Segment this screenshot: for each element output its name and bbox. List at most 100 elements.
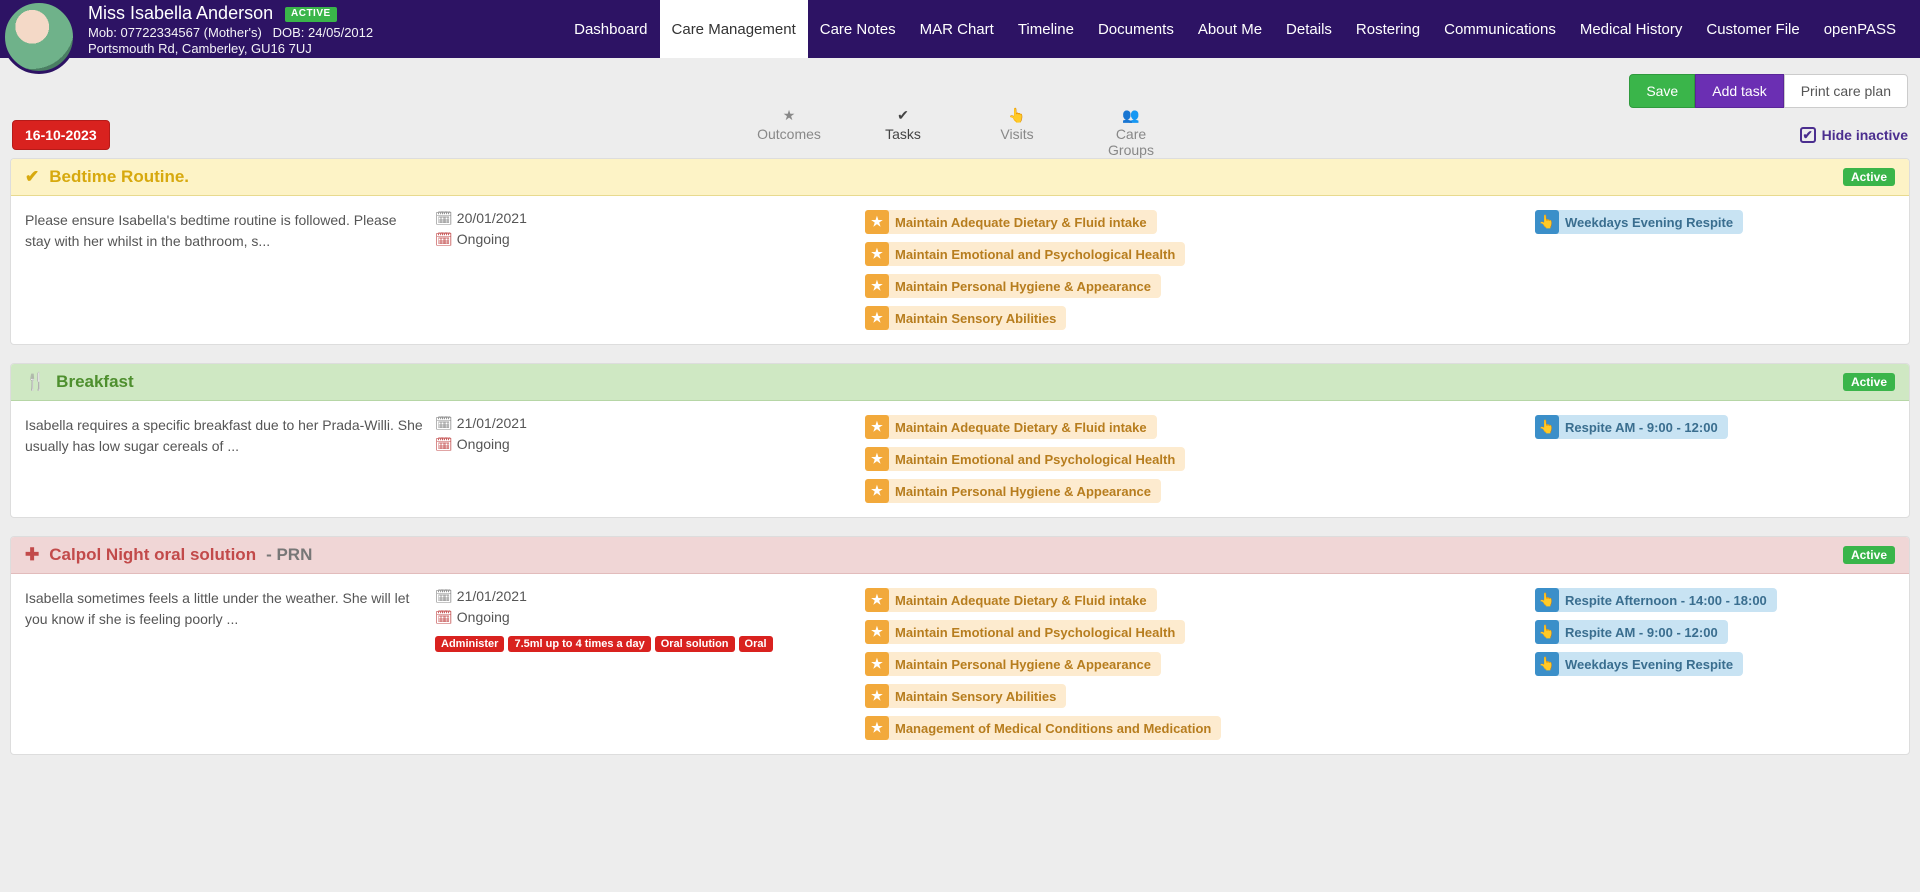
checkbox-checked-icon: ✔ bbox=[1800, 127, 1816, 143]
outcome-label: Maintain Emotional and Psychological Hea… bbox=[895, 247, 1175, 262]
hand-icon: 👆 bbox=[1535, 210, 1559, 234]
task-description: Isabella sometimes feels a little under … bbox=[25, 588, 425, 630]
outcome-pill[interactable]: ★Maintain Sensory Abilities bbox=[865, 306, 1066, 330]
mob-label: Mob: bbox=[88, 25, 117, 40]
task-type-icon bbox=[25, 167, 39, 187]
calendar-icon: 🗓 bbox=[435, 609, 453, 625]
calendar-icon: 🗓 bbox=[435, 588, 453, 604]
nav-about-me[interactable]: About Me bbox=[1186, 0, 1274, 58]
task-start-date: 20/01/2021 bbox=[457, 210, 527, 226]
outcome-pills: ★ Maintain Adequate Dietary & Fluid intak… bbox=[865, 210, 1525, 330]
task-dates: 🗓21/01/2021🗓OngoingAdminister7.5ml up to… bbox=[435, 588, 855, 652]
task-card[interactable]: Calpol Night oral solution - PRNActive Is… bbox=[10, 536, 1910, 755]
save-button[interactable]: Save bbox=[1629, 74, 1695, 108]
visit-label: Respite AM - 9:00 - 12:00 bbox=[1565, 420, 1718, 435]
star-icon: ★ bbox=[865, 479, 889, 503]
outcome-pill[interactable]: ★Maintain Emotional and Psychological He… bbox=[865, 242, 1185, 266]
star-icon: ★ bbox=[865, 684, 889, 708]
visit-label: Respite Afternoon - 14:00 - 18:00 bbox=[1565, 593, 1767, 608]
hand-icon: 👆 bbox=[1535, 620, 1559, 644]
outcome-pill[interactable]: ★Maintain Adequate Dietary & Fluid intak… bbox=[865, 210, 1157, 234]
visit-pill[interactable]: 👆Weekdays Evening Respite bbox=[1535, 652, 1743, 676]
subheader: 16-10-2023 ★Outcomes✔Tasks👆Visits👥Care G… bbox=[0, 108, 1920, 158]
task-ongoing: Ongoing bbox=[457, 436, 510, 452]
hide-inactive-toggle[interactable]: ✔ Hide inactive bbox=[1800, 127, 1908, 143]
current-date[interactable]: 16-10-2023 bbox=[12, 120, 110, 150]
medication-tag: Administer bbox=[435, 636, 504, 652]
action-row: Save Add task Print care plan bbox=[0, 58, 1920, 108]
dob-label: DOB: bbox=[273, 25, 305, 40]
outcome-label: Maintain Sensory Abilities bbox=[895, 311, 1056, 326]
task-body: Isabella sometimes feels a little under … bbox=[11, 574, 1909, 754]
nav-medical-history[interactable]: Medical History bbox=[1568, 0, 1695, 58]
task-header[interactable]: BreakfastActive bbox=[11, 364, 1909, 401]
task-dates: 🗓21/01/2021🗓Ongoing bbox=[435, 415, 855, 457]
dob-value: 24/05/2012 bbox=[308, 25, 373, 40]
nav-documents[interactable]: Documents bbox=[1086, 0, 1186, 58]
outcome-label: Maintain Personal Hygiene & Appearance bbox=[895, 657, 1151, 672]
visit-pill[interactable]: 👆Respite Afternoon - 14:00 - 18:00 bbox=[1535, 588, 1777, 612]
nav-care-notes[interactable]: Care Notes bbox=[808, 0, 908, 58]
task-status-chip: Active bbox=[1843, 373, 1895, 391]
visit-label: Respite AM - 9:00 - 12:00 bbox=[1565, 625, 1718, 640]
nav-communications[interactable]: Communications bbox=[1432, 0, 1568, 58]
visit-label: Weekdays Evening Respite bbox=[1565, 215, 1733, 230]
medication-tag: 7.5ml up to 4 times a day bbox=[508, 636, 650, 652]
visit-pill[interactable]: 👆 Respite AM - 9:00 - 12:00 bbox=[1535, 620, 1728, 644]
outcome-pill[interactable]: ★Maintain Adequate Dietary & Fluid intak… bbox=[865, 588, 1157, 612]
outcome-label: Maintain Personal Hygiene & Appearance bbox=[895, 279, 1151, 294]
nav-rostering[interactable]: Rostering bbox=[1344, 0, 1432, 58]
task-card[interactable]: Bedtime Routine.Active Please ensure Isab… bbox=[10, 158, 1910, 345]
subtab-icon: ✔ bbox=[868, 107, 938, 124]
visit-pill[interactable]: 👆Respite AM - 9:00 - 12:00 bbox=[1535, 415, 1728, 439]
task-ongoing: Ongoing bbox=[457, 231, 510, 247]
outcome-label: Maintain Emotional and Psychological Hea… bbox=[895, 625, 1175, 640]
patient-info: Miss Isabella Anderson ACTIVE Mob: 07722… bbox=[88, 0, 373, 57]
calendar-icon: 🗓 bbox=[435, 415, 453, 431]
task-title: Calpol Night oral solution bbox=[49, 545, 256, 565]
mob-value: 07722334567 (Mother's) bbox=[121, 25, 262, 40]
star-icon: ★ bbox=[865, 620, 889, 644]
subtab-label: Outcomes bbox=[757, 126, 821, 142]
outcome-pill[interactable]: ★Maintain Adequate Dietary & Fluid intak… bbox=[865, 415, 1157, 439]
outcome-pill[interactable]: ★Maintain Sensory Abilities bbox=[865, 684, 1066, 708]
nav-mar-chart[interactable]: MAR Chart bbox=[908, 0, 1006, 58]
nav-details[interactable]: Details bbox=[1274, 0, 1344, 58]
subtab-outcomes[interactable]: ★Outcomes bbox=[744, 107, 834, 164]
task-card[interactable]: BreakfastActiveIsabella requires a speci… bbox=[10, 363, 1910, 518]
nav-dashboard[interactable]: Dashboard bbox=[562, 0, 659, 58]
task-title: Bedtime Routine. bbox=[49, 167, 189, 187]
outcome-pill[interactable]: ★ Maintain Emotional and Psychological He… bbox=[865, 620, 1185, 644]
outcome-pill[interactable]: ★Maintain Personal Hygiene & Appearance bbox=[865, 479, 1161, 503]
medication-tag: Oral solution bbox=[655, 636, 735, 652]
star-icon: ★ bbox=[865, 274, 889, 298]
task-header[interactable]: Bedtime Routine.Active bbox=[11, 159, 1909, 196]
print-plan-button[interactable]: Print care plan bbox=[1784, 74, 1908, 108]
nav-customer-file[interactable]: Customer File bbox=[1694, 0, 1811, 58]
star-icon: ★ bbox=[865, 447, 889, 471]
nav-timeline[interactable]: Timeline bbox=[1006, 0, 1086, 58]
task-body: Please ensure Isabella's bedtime routine… bbox=[11, 196, 1909, 344]
task-header[interactable]: Calpol Night oral solution - PRNActive bbox=[11, 537, 1909, 574]
subtab-tasks[interactable]: ✔Tasks bbox=[858, 107, 948, 164]
task-start-date: 21/01/2021 bbox=[457, 588, 527, 604]
subtab-visits[interactable]: 👆Visits bbox=[972, 107, 1062, 164]
task-suffix: - PRN bbox=[266, 545, 312, 565]
hand-icon: 👆 bbox=[1535, 652, 1559, 676]
visit-pill[interactable]: 👆 Weekdays Evening Respite bbox=[1535, 210, 1743, 234]
calendar-icon: 🗓 bbox=[435, 436, 453, 452]
outcome-pill[interactable]: ★Maintain Personal Hygiene & Appearance bbox=[865, 652, 1161, 676]
add-task-button[interactable]: Add task bbox=[1695, 74, 1783, 108]
outcome-label: Maintain Adequate Dietary & Fluid intake bbox=[895, 215, 1147, 230]
outcome-pill[interactable]: ★Maintain Emotional and Psychological He… bbox=[865, 447, 1185, 471]
nav-care-management[interactable]: Care Management bbox=[660, 0, 808, 58]
subtab-icon: 👥 bbox=[1096, 107, 1166, 124]
nav-openpass[interactable]: openPASS bbox=[1812, 0, 1908, 58]
outcome-pill[interactable]: ★ Maintain Personal Hygiene & Appearance bbox=[865, 274, 1161, 298]
patient-address: Portsmouth Rd, Camberley, GU16 7UJ bbox=[88, 41, 373, 57]
subtab-care-groups[interactable]: 👥Care Groups bbox=[1086, 107, 1176, 164]
task-description: Please ensure Isabella's bedtime routine… bbox=[25, 210, 425, 252]
visit-pills: 👆Respite Afternoon - 14:00 - 18:00👆Respi… bbox=[1535, 588, 1895, 676]
outcome-pill[interactable]: ★Management of Medical Conditions and Me… bbox=[865, 716, 1221, 740]
calendar-icon: 🗓 bbox=[435, 231, 453, 247]
